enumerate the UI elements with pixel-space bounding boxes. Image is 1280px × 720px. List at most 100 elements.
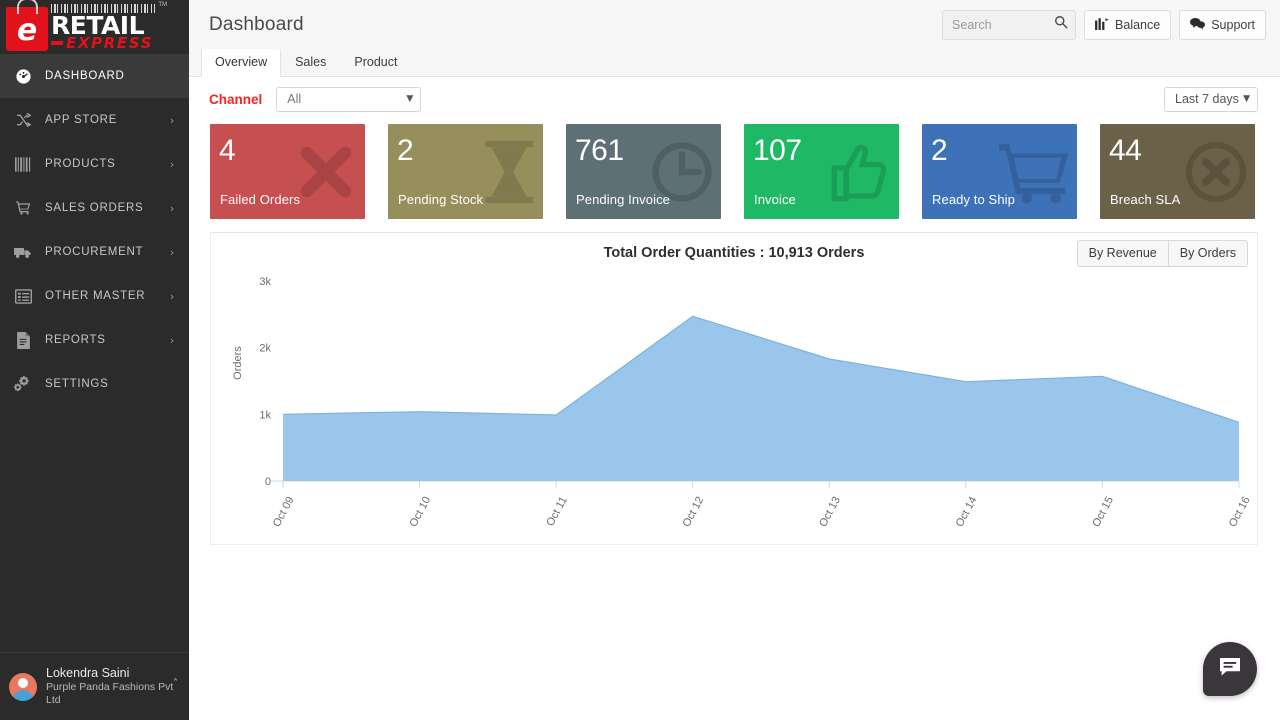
kpi-card-failed-orders[interactable]: 4 Failed Orders: [210, 124, 365, 219]
channel-select-value: All: [287, 92, 301, 106]
by-revenue-button[interactable]: By Revenue: [1077, 240, 1168, 267]
document-icon: [11, 330, 35, 350]
cross-icon: [293, 139, 359, 205]
channel-label: Channel: [209, 92, 262, 107]
chevron-right-icon: ›: [170, 246, 175, 259]
chevron-right-icon: ›: [170, 290, 175, 303]
support-button[interactable]: Support: [1179, 10, 1266, 40]
kpi-card-pending-invoice[interactable]: 761 Pending Invoice: [566, 124, 721, 219]
kpi-label: Invoice: [754, 192, 796, 207]
svg-text:1k: 1k: [259, 409, 271, 421]
search-icon[interactable]: [1054, 15, 1068, 34]
user-name: Lokendra Saini: [46, 666, 179, 681]
svg-text:2k: 2k: [259, 343, 271, 355]
tab-product[interactable]: Product: [340, 48, 411, 77]
by-orders-button[interactable]: By Orders: [1168, 240, 1248, 267]
clock-icon: [649, 139, 715, 205]
kpi-value: 107: [753, 136, 802, 166]
page-title: Dashboard: [209, 14, 304, 36]
truck-icon: [11, 242, 35, 262]
balance-label: Balance: [1115, 18, 1160, 32]
bar-chart-icon: [1095, 17, 1109, 33]
list-icon: [11, 286, 35, 306]
chevron-down-icon: ▼: [406, 94, 413, 104]
kpi-card-pending-stock[interactable]: 2 Pending Stock: [388, 124, 543, 219]
sidebar-item-settings[interactable]: SETTINGS: [0, 362, 189, 406]
top-bar-actions: Balance Support: [942, 10, 1266, 40]
kpi-label: Pending Stock: [398, 192, 483, 207]
svg-text:0: 0: [265, 476, 271, 488]
sidebar-item-label: PROCUREMENT: [45, 246, 170, 258]
chart-header: Total Order Quantities : 10,913 Orders B…: [211, 233, 1257, 273]
balance-button[interactable]: Balance: [1084, 10, 1171, 40]
chat-bubbles-icon: [1190, 17, 1205, 33]
tab-sales[interactable]: Sales: [281, 48, 340, 77]
tab-bar: Overview Sales Product: [189, 49, 1280, 77]
logo-letter-e: e: [17, 16, 37, 46]
svg-text:Oct 10: Oct 10: [407, 495, 433, 529]
chevron-right-icon: ›: [170, 334, 175, 347]
dashboard-gauge-icon: [11, 66, 35, 86]
top-bar: Dashboard Balance: [189, 0, 1280, 49]
kpi-card-ready-to-ship[interactable]: 2 Ready to Ship: [922, 124, 1077, 219]
chevron-up-icon: ˄: [173, 678, 178, 689]
sidebar-item-label: DASHBOARD: [45, 70, 175, 82]
sidebar-item-other-master[interactable]: OTHER MASTER ›: [0, 274, 189, 318]
main-content: Dashboard Balance: [189, 0, 1280, 720]
chart-toggle-group: By Revenue By Orders: [1077, 240, 1248, 267]
kpi-label: Failed Orders: [220, 192, 300, 207]
kpi-value: 44: [1109, 136, 1141, 166]
user-profile[interactable]: Lokendra Saini Purple Panda Fashions Pvt…: [0, 652, 189, 720]
kpi-value: 4: [219, 136, 235, 166]
kpi-card-row: 4 Failed Orders 2 Pending Stock 761 Pend…: [0, 121, 1280, 219]
chart-panel: Total Order Quantities : 10,913 Orders B…: [210, 232, 1258, 545]
tab-overview[interactable]: Overview: [201, 48, 281, 77]
sidebar-item-reports[interactable]: REPORTS ›: [0, 318, 189, 362]
sidebar-item-procurement[interactable]: PROCUREMENT ›: [0, 230, 189, 274]
app-root: e RETAIL EXPRESS DASHBOARD APP STORE: [0, 0, 1280, 720]
svg-text:Orders: Orders: [232, 346, 244, 380]
avatar: [9, 673, 37, 701]
thumbs-up-icon: [829, 140, 893, 204]
shopping-bag-icon: e: [6, 7, 48, 51]
kpi-value: 2: [397, 136, 413, 166]
search-box[interactable]: [942, 10, 1076, 40]
orders-area-chart[interactable]: 0 1k 2k 3k Orders Oct 09 Oct 10 Oct 11 Oct 12 Oct…: [211, 271, 1257, 543]
sidebar-item-dashboard[interactable]: DASHBOARD: [0, 54, 189, 98]
chat-support-button[interactable]: [1203, 642, 1257, 696]
kpi-card-breach-sla[interactable]: 44 Breach SLA: [1100, 124, 1255, 219]
user-company: Purple Panda Fashions Pvt Ltd: [46, 681, 179, 707]
date-range-value: Last 7 days: [1175, 92, 1239, 106]
kpi-card-invoice[interactable]: 107 Invoice: [744, 124, 899, 219]
svg-text:Oct 16: Oct 16: [1227, 495, 1253, 529]
chat-icon: [1219, 657, 1241, 682]
date-range-select[interactable]: Last 7 days ▼: [1164, 87, 1258, 112]
sidebar-nav: DASHBOARD APP STORE › PRODUCTS ›: [0, 54, 189, 406]
search-input[interactable]: [952, 18, 1054, 32]
gears-icon: [11, 374, 35, 394]
cart-icon: [999, 140, 1071, 204]
chevron-down-icon: ▼: [1243, 94, 1250, 104]
sidebar-item-label: OTHER MASTER: [45, 290, 170, 302]
sidebar-item-label: SETTINGS: [45, 378, 175, 390]
circle-cross-icon: [1183, 139, 1249, 205]
svg-text:Oct 12: Oct 12: [681, 495, 707, 529]
filter-bar: Channel All ▼ Last 7 days ▼: [189, 77, 1280, 121]
kpi-label: Breach SLA: [1110, 192, 1180, 207]
svg-text:Oct 11: Oct 11: [544, 495, 569, 529]
sidebar-item-label: REPORTS: [45, 334, 170, 346]
channel-select[interactable]: All ▼: [276, 87, 421, 112]
svg-text:3k: 3k: [259, 276, 271, 288]
barcode-icon: [51, 4, 155, 13]
svg-text:Oct 13: Oct 13: [817, 495, 843, 529]
sidebar: e RETAIL EXPRESS DASHBOARD APP STORE: [0, 0, 189, 720]
svg-text:Oct 14: Oct 14: [954, 495, 980, 529]
chart-svg: 0 1k 2k 3k Orders Oct 09 Oct 10 Oct 11 Oct 12 Oct…: [211, 271, 1257, 543]
kpi-value: 761: [575, 136, 624, 166]
hourglass-icon: [481, 141, 537, 203]
brand-logo[interactable]: e RETAIL EXPRESS: [0, 0, 189, 54]
support-label: Support: [1211, 18, 1255, 32]
svg-text:Oct 09: Oct 09: [271, 495, 297, 529]
kpi-value: 2: [931, 136, 947, 166]
svg-text:Oct 15: Oct 15: [1090, 495, 1116, 529]
